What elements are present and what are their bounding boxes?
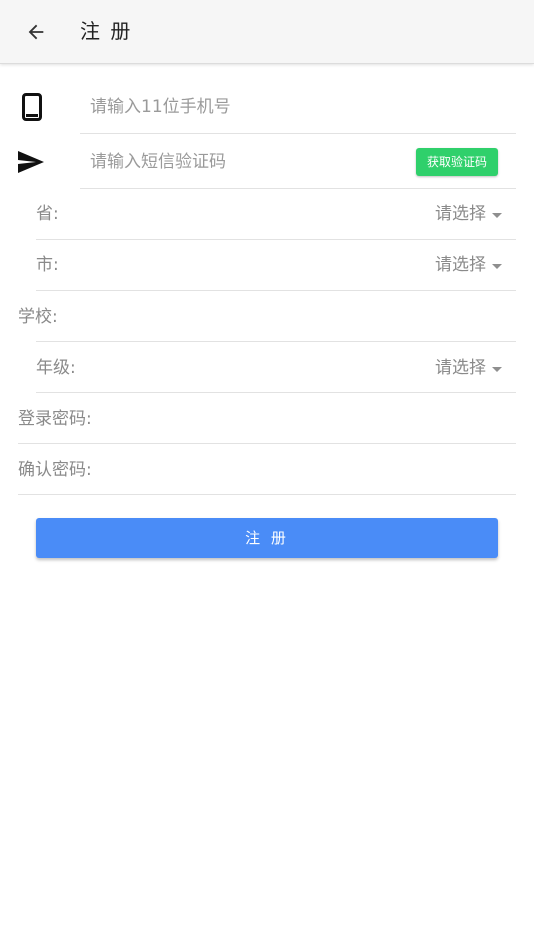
school-input[interactable] (70, 304, 500, 330)
divider (36, 392, 516, 393)
get-code-button[interactable]: 获取验证码 (416, 148, 498, 176)
grade-select-text: 请选择 (435, 358, 486, 378)
school-label: 学校: (18, 307, 58, 327)
divider (80, 133, 516, 134)
confirm-password-label: 确认密码: (18, 460, 92, 480)
divider (36, 341, 516, 342)
province-label: 省: (36, 204, 59, 224)
page-title: 注 册 (80, 19, 133, 43)
password-label: 登录密码: (18, 409, 92, 429)
grade-label: 年级: (36, 358, 76, 378)
caret-down-icon (492, 263, 502, 269)
smartphone-icon (18, 92, 46, 122)
phone-input[interactable] (90, 94, 500, 120)
arrow-left-icon (28, 24, 44, 40)
app-bar: 注 册 (0, 0, 534, 64)
back-button[interactable] (18, 14, 54, 50)
divider (18, 494, 516, 495)
confirm-password-input[interactable] (102, 457, 500, 483)
city-select-text: 请选择 (435, 255, 486, 275)
province-select[interactable]: 请选择 (435, 202, 502, 226)
caret-down-icon (492, 212, 502, 218)
password-input[interactable] (102, 406, 500, 432)
city-select[interactable]: 请选择 (435, 253, 502, 277)
send-icon (16, 148, 46, 176)
divider (36, 290, 516, 291)
divider (80, 188, 516, 189)
divider (36, 239, 516, 240)
register-button[interactable]: 注 册 (36, 518, 498, 558)
divider (18, 443, 516, 444)
caret-down-icon (492, 366, 502, 372)
province-select-text: 请选择 (435, 204, 486, 224)
grade-select[interactable]: 请选择 (435, 356, 502, 380)
city-label: 市: (36, 255, 59, 275)
sms-code-input[interactable] (90, 149, 400, 175)
